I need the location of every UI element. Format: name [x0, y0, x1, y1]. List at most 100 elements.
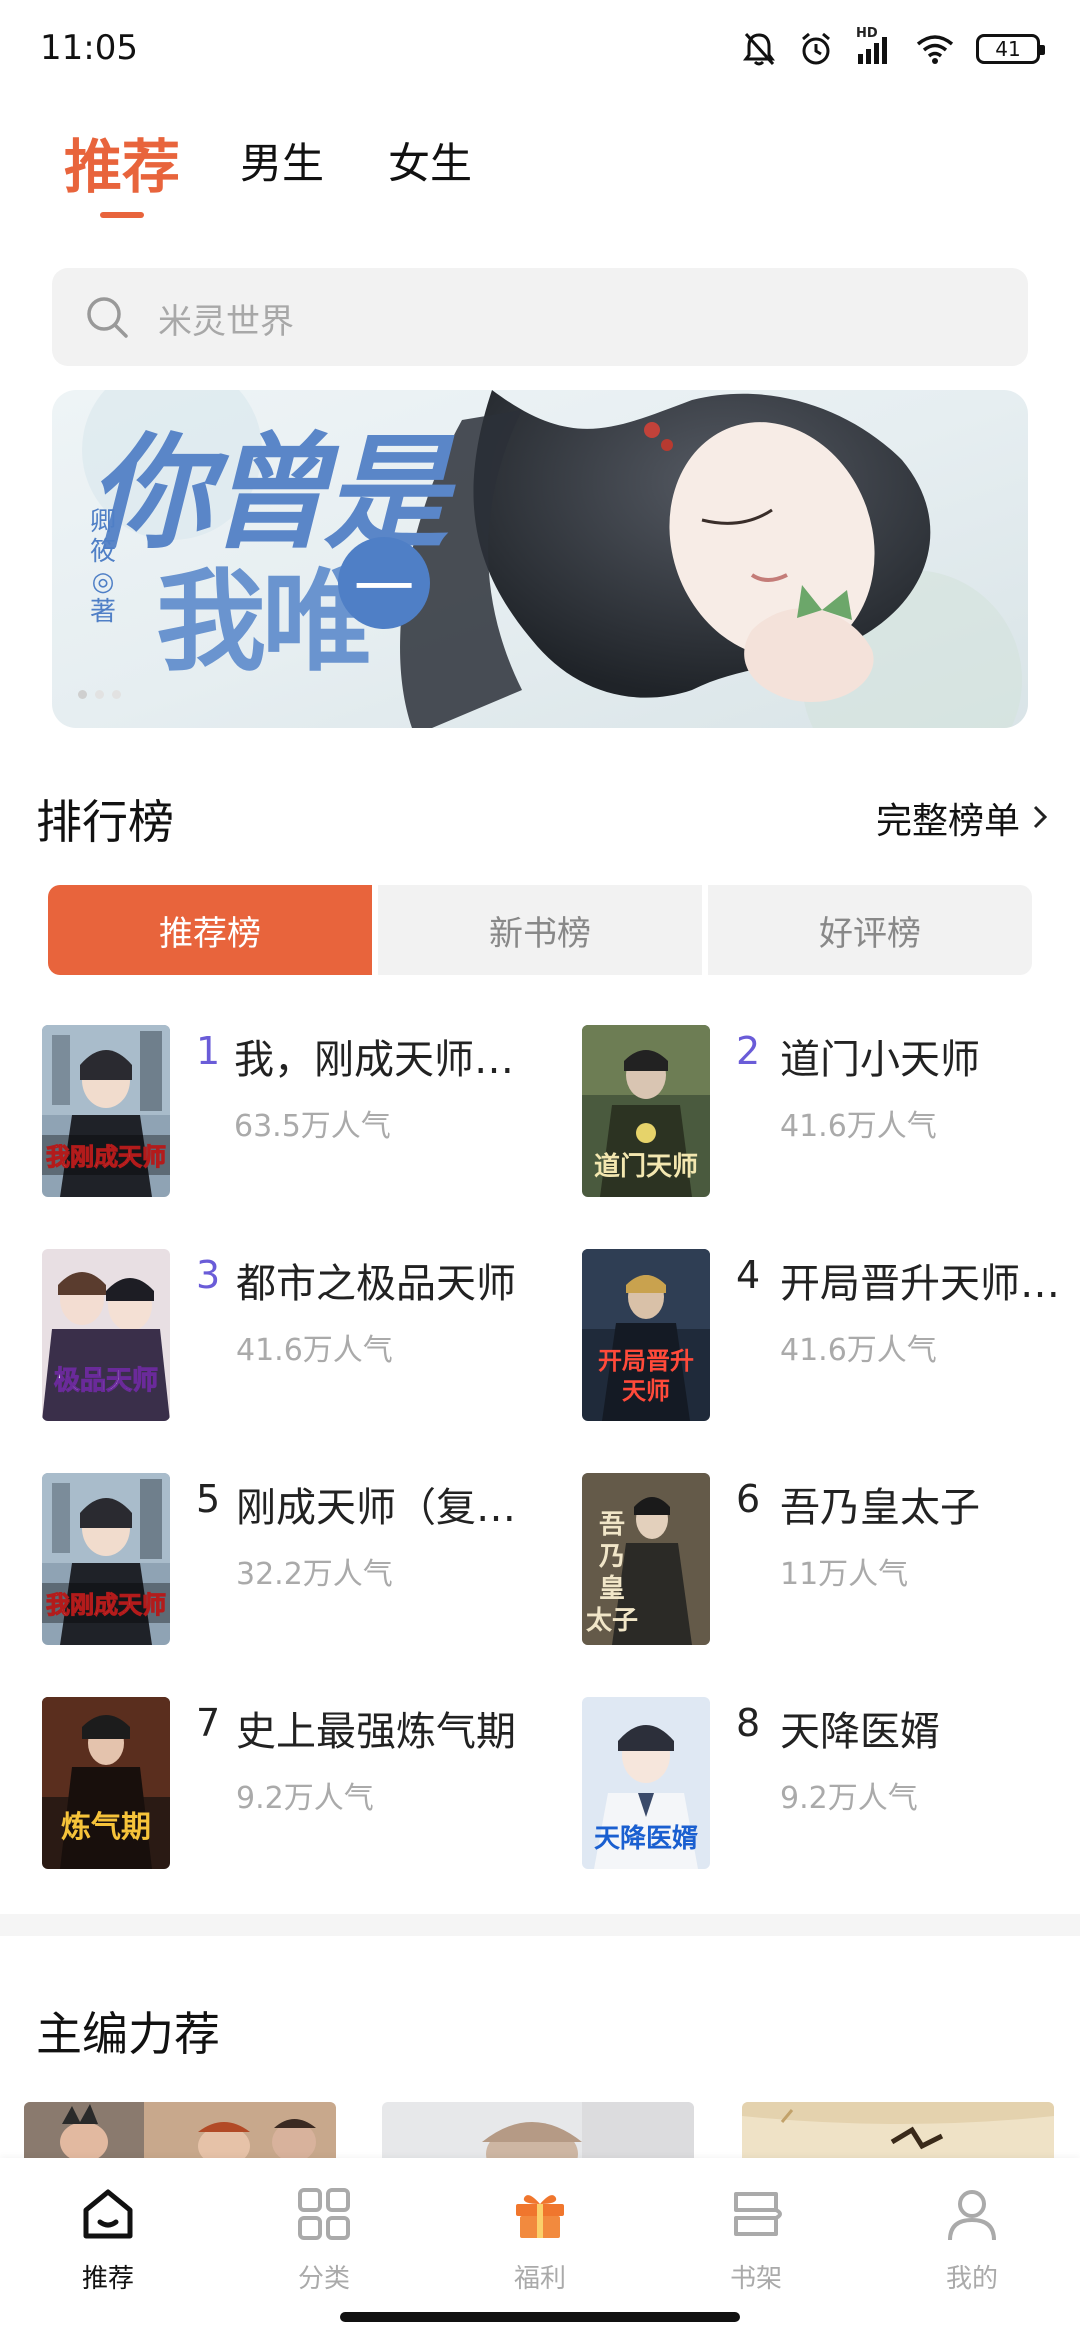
home-indicator[interactable] — [340, 2312, 740, 2322]
banner-dots — [78, 690, 121, 699]
banner-badge: 一 — [338, 537, 430, 629]
book-title: 吾乃皇太子 — [780, 1485, 980, 1531]
nav-recommend[interactable]: 推荐 — [48, 2178, 168, 2298]
rank-item[interactable]: 开局晋升 天师 4 开局晋升天师… 41.6万人气 — [582, 1249, 1080, 1429]
book-cover: 道门天师 — [582, 1025, 710, 1197]
nav-welfare[interactable]: 福利 — [480, 2178, 600, 2298]
editor-pick-cover[interactable] — [382, 2102, 694, 2162]
cover-title: 皇 — [599, 1574, 625, 1604]
banner-author: 卿 筱 ◎ 著 — [86, 507, 120, 627]
ranking-title: 排行榜 — [36, 795, 174, 849]
tab-recommend-list[interactable]: 推荐榜 — [48, 885, 372, 975]
wifi-icon — [916, 33, 954, 65]
book-cover: 天降医婿 — [582, 1697, 710, 1869]
full-ranking-link[interactable]: 完整榜单 — [876, 792, 1048, 844]
nav-label: 书架 — [729, 2264, 782, 2294]
rank-number: 5 — [196, 1477, 221, 1521]
rank-item[interactable]: 极品天师 3 都市之极品天师 41.6万人气 — [42, 1249, 542, 1429]
editor-picks-row — [24, 2102, 1080, 2162]
book-title: 道门小天师 — [780, 1037, 980, 1083]
active-tab-indicator — [100, 212, 144, 218]
book-popularity: 41.6万人气 — [236, 1333, 393, 1368]
grid-icon — [294, 2178, 354, 2250]
editor-pick-cover[interactable] — [742, 2102, 1054, 2162]
nav-category[interactable]: 分类 — [264, 2178, 384, 2298]
battery-level: 41 — [995, 37, 1021, 61]
rank-item[interactable]: 我刚成天师 1 我，刚成天师，… 63.5万人气 — [42, 1025, 542, 1205]
rank-item[interactable]: 道门天师 2 道门小天师 41.6万人气 — [582, 1025, 1080, 1205]
editor-pick-cover[interactable] — [24, 2102, 336, 2162]
tab-female[interactable]: 女生 — [388, 130, 472, 191]
editor-picks-title: 主编力荐 — [36, 2007, 220, 2061]
book-cover: 吾 乃 皇 太子 — [582, 1473, 710, 1645]
status-bar: 11:05 HD 41 — [0, 0, 1080, 100]
chevron-right-icon — [1032, 798, 1048, 839]
mute-bell-icon — [742, 31, 776, 67]
rank-number: 1 — [196, 1029, 221, 1073]
status-time: 11:05 — [40, 28, 138, 68]
nav-profile[interactable]: 我的 — [912, 2178, 1032, 2298]
search-placeholder: 米灵世界 — [158, 302, 294, 342]
banner-author-char: ◎ — [91, 567, 115, 597]
search-icon — [84, 294, 130, 344]
book-popularity: 41.6万人气 — [780, 1109, 937, 1144]
book-cover: 我刚成天师 — [42, 1473, 170, 1645]
nav-label: 推荐 — [81, 2264, 134, 2294]
rank-item[interactable]: 炼气期 7 史上最强炼气期 9.2万人气 — [42, 1697, 542, 1877]
nav-label: 我的 — [945, 2264, 998, 2294]
book-popularity: 41.6万人气 — [780, 1333, 937, 1368]
cover-title: 开局晋升 — [598, 1346, 694, 1375]
rank-number: 6 — [736, 1477, 761, 1521]
rank-number: 8 — [736, 1701, 761, 1745]
book-title: 都市之极品天师 — [236, 1261, 516, 1307]
battery-icon: 41 — [976, 34, 1045, 64]
cover-title: 极品天师 — [54, 1366, 158, 1396]
banner-title: 你曾是 我唯 一 卿 筱 ◎ 著 — [88, 392, 528, 722]
rank-item[interactable]: 天降医婿 8 天降医婿 9.2万人气 — [582, 1697, 1080, 1877]
rank-item[interactable]: 吾 乃 皇 太子 6 吾乃皇太子 11万人气 — [582, 1473, 1080, 1653]
search-bar[interactable]: 米灵世界 — [52, 268, 1028, 366]
bookshelf-icon — [726, 2178, 786, 2250]
nav-label: 福利 — [513, 2264, 566, 2294]
network-hd-label: HD — [856, 26, 878, 41]
nav-label: 分类 — [297, 2264, 350, 2294]
cover-title: 天师 — [622, 1376, 670, 1405]
tab-recommend[interactable]: 推荐 — [64, 120, 180, 204]
banner-author-char: 卿 — [89, 507, 116, 537]
book-cover: 我刚成天师 — [42, 1025, 170, 1197]
book-title: 开局晋升天师… — [780, 1261, 1060, 1307]
banner-dot — [95, 690, 104, 699]
alarm-icon — [798, 31, 834, 67]
banner-author-char: 筱 — [89, 537, 116, 567]
tab-top-rated[interactable]: 好评榜 — [708, 885, 1032, 975]
tab-new-books[interactable]: 新书榜 — [378, 885, 702, 975]
banner-badge-text: 一 — [354, 553, 414, 624]
signal-icon: HD — [856, 26, 894, 66]
book-title: 史上最强炼气期 — [236, 1709, 516, 1755]
tab-male[interactable]: 男生 — [240, 130, 324, 191]
cover-title: 炼气期 — [61, 1810, 151, 1845]
rank-number: 3 — [196, 1253, 221, 1297]
banner-dot-active — [78, 690, 87, 699]
banner-title-line2: 我唯 — [156, 557, 372, 686]
book-title: 刚成天师（复… — [236, 1485, 516, 1531]
book-title: 我，刚成天师，… — [234, 1037, 534, 1083]
cover-title: 太子 — [586, 1606, 638, 1636]
book-title: 天降医婿 — [780, 1709, 940, 1755]
rank-item[interactable]: 我刚成天师 5 刚成天师（复… 32.2万人气 — [42, 1473, 542, 1653]
nav-bookshelf[interactable]: 书架 — [696, 2178, 816, 2298]
book-popularity: 32.2万人气 — [236, 1557, 393, 1592]
cover-title: 天降医婿 — [594, 1824, 698, 1854]
rank-number: 4 — [736, 1253, 761, 1297]
rank-number: 7 — [196, 1701, 221, 1745]
book-cover: 炼气期 — [42, 1697, 170, 1869]
ranking-tabs: 推荐榜 新书榜 好评榜 — [48, 885, 1032, 975]
promo-banner[interactable]: 你曾是 我唯 一 卿 筱 ◎ 著 — [52, 390, 1028, 728]
cover-title: 吾 — [599, 1510, 625, 1540]
book-popularity: 9.2万人气 — [780, 1781, 918, 1816]
full-ranking-label: 完整榜单 — [875, 801, 1020, 842]
cover-title: 乃 — [599, 1542, 625, 1572]
book-cover: 极品天师 — [42, 1249, 170, 1421]
book-popularity: 11万人气 — [780, 1557, 909, 1592]
cover-title: 我刚成天师 — [46, 1590, 166, 1619]
